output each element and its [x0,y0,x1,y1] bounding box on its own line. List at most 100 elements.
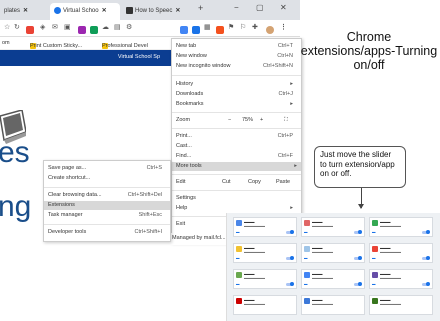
extension-toggle[interactable] [354,230,362,234]
close-window-icon[interactable]: ✕ [280,3,287,12]
gear-icon[interactable]: ⚙ [126,23,132,31]
tab-plates[interactable]: plates ✕ [0,3,48,20]
fullscreen-icon[interactable]: ⛶ [284,116,288,125]
menu-shortcut: Ctrl+S [146,165,162,171]
submenu-arrow-icon: ▸ [290,81,293,87]
details-button[interactable]: ▬ [236,282,240,286]
extension-toggle[interactable] [286,256,294,260]
extension-card: ▬▬▬ ▬▬▬▬▬▬ ▬ [233,243,297,263]
tab-label: Virtual Schoo [63,8,99,14]
extension-desc: ▬▬▬▬▬▬ [244,302,265,306]
menu-item-new-incognito-window[interactable]: New incognito window Ctrl+Shift+N [176,62,297,71]
green-ext-icon [90,26,98,34]
menu-item-print[interactable]: Print... Ctrl+P [176,132,297,141]
menu-item-more-tools[interactable]: More tools ▸ [172,162,301,171]
extension-toggle[interactable] [286,230,294,234]
zoom-out-button[interactable]: − [228,116,231,125]
tab-label: plates [4,8,21,14]
details-button[interactable]: ▬ [372,230,376,234]
extension-toggle[interactable] [422,256,430,260]
details-button[interactable]: ▬ [236,256,240,260]
details-button[interactable]: ▬ [372,282,376,286]
extension-toggle[interactable] [354,282,362,286]
extension-toggle[interactable] [422,282,430,286]
cloud-icon[interactable]: ☁ [102,23,109,31]
submenu-item-developer-tools[interactable]: Developer tools Ctrl+Shift+I [48,228,166,237]
photo-icon[interactable]: ▣ [64,23,71,31]
submenu-item-create-shortcut[interactable]: Create shortcut... [48,174,166,183]
extension-toggle[interactable] [286,282,294,286]
submenu-item-save-page[interactable]: Save page as... Ctrl+S [48,164,166,173]
restore-icon[interactable]: ▢ [256,3,264,12]
new-tab-button[interactable]: + [198,3,203,13]
details-button[interactable]: ▬ [304,230,308,234]
menu-label: Print... [176,133,192,139]
blue-doc-icon [192,26,200,34]
bookmark-item[interactable]: om [2,40,10,46]
menu-label: New incognito window [176,63,231,69]
extension-icon[interactable] [26,23,34,34]
details-button[interactable]: ▬ [304,256,308,260]
extension-card: ▬▬▬ ▬▬▬▬▬▬ ▬ [369,243,433,263]
extension-toggle[interactable] [422,230,430,234]
extension-card: ▬▬▬ ▬▬▬▬▬▬ [233,295,297,315]
menu-shortcut: Ctrl+T [277,43,293,49]
refresh-icon[interactable]: ↻ [14,23,20,31]
menu-item-bookmarks[interactable]: Bookmarks ▸ [176,100,297,109]
extension-desc: ▬▬▬▬▬▬ [244,224,265,228]
menu-divider [172,190,301,191]
managed-by-label: Managed by mail.fcl... [172,235,226,241]
menu-shortcut: Ctrl+Shift+N [263,63,293,69]
menu-item-find[interactable]: Find... Ctrl+F [176,152,297,161]
menu-label: History [176,81,194,87]
extension-card: ▬▬▬ ▬▬▬▬▬▬ [301,295,365,315]
menu-item-downloads[interactable]: Downloads Ctrl+J [176,90,297,99]
menu-shortcut: Ctrl+P [277,133,293,139]
extension-toggle[interactable] [354,256,362,260]
close-tab-icon[interactable]: ✕ [175,8,180,14]
flag-icon[interactable]: ⚐ [240,23,246,31]
submenu-item-clear-browsing-data[interactable]: Clear browsing data... Ctrl+Shift+Del [48,191,166,200]
close-tab-icon[interactable]: ✕ [23,8,28,14]
extension-icon [236,220,242,226]
submenu-arrow-icon: ▸ [294,163,297,169]
details-button[interactable]: ▬ [372,256,376,260]
menu-label: Cast... [176,143,192,149]
details-button[interactable]: ▬ [236,230,240,234]
blue-ext-icon [180,26,188,34]
menu-item-history[interactable]: History ▸ [176,80,297,89]
extension-desc: ▬▬▬▬▬▬ [380,224,401,228]
extension-card: ▬▬▬ ▬▬▬▬▬▬ ▬ [369,269,433,289]
mail-icon[interactable]: ✉ [52,23,58,31]
submenu-item-extensions[interactable]: Extensions [44,201,170,210]
minimize-icon[interactable]: − [234,3,239,12]
details-button[interactable]: ▬ [304,282,308,286]
extension-card: ▬▬▬ ▬▬▬▬▬▬ ▬ [301,217,365,237]
star-icon[interactable]: ☆ [4,23,10,31]
tab-virtual-school[interactable]: Virtual Schoo ✕ [50,3,120,20]
kebab-menu-icon[interactable]: ⋮ [280,23,287,31]
cut-button[interactable]: Cut [222,178,231,187]
extension-icon [236,272,242,278]
zoom-in-button[interactable]: + [260,116,263,125]
menu-label: Save page as... [48,165,87,171]
menu-label: Downloads [176,91,204,97]
menu-item-new-tab[interactable]: New tab Ctrl+T [176,42,297,51]
menu-item-cast[interactable]: Cast... [176,142,297,151]
tab-how-to-speech[interactable]: How to Speec ✕ [122,3,192,20]
image-icon[interactable]: ▦ [204,23,211,31]
menu-divider [44,187,170,188]
menu-item-help[interactable]: Help ▸ [176,204,297,213]
close-tab-icon[interactable]: ✕ [102,8,107,14]
menu-item-settings[interactable]: Settings [176,194,297,203]
submenu-item-task-manager[interactable]: Task manager Shift+Esc [48,211,166,220]
puzzle-icon[interactable]: ✚ [252,23,258,31]
paste-button[interactable]: Paste [276,178,290,187]
pin-icon[interactable]: ⚑ [228,23,234,31]
copy-button[interactable]: Copy [248,178,261,187]
menu-item-new-window[interactable]: New window Ctrl+N [176,52,297,61]
extension-icon [304,298,310,304]
shield-icon[interactable]: ◈ [40,23,45,31]
extension-icon [372,220,378,226]
chart-icon[interactable]: ▤ [114,23,121,31]
